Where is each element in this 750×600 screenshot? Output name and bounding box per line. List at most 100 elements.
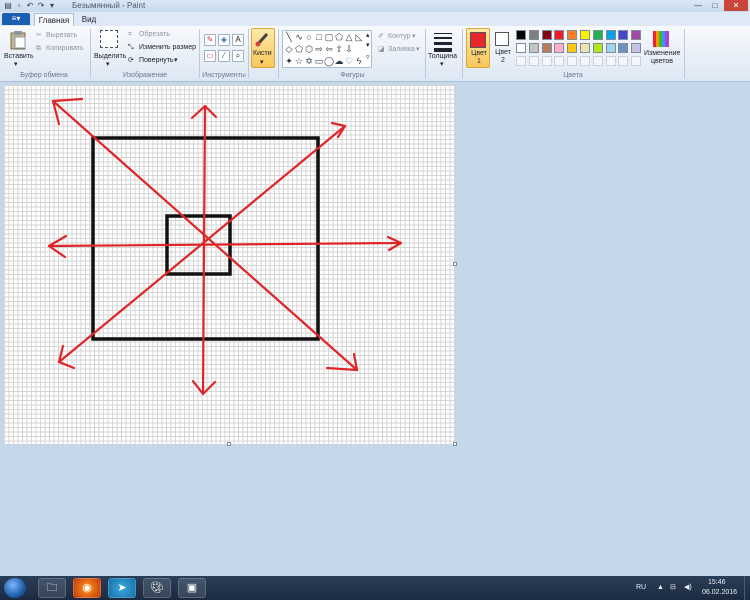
gallery-expand-icon[interactable]: ▿ bbox=[366, 53, 370, 62]
palette-swatch[interactable] bbox=[541, 30, 552, 40]
select-button[interactable]: Выделить bbox=[94, 52, 126, 61]
custom-color-slot[interactable] bbox=[580, 56, 590, 66]
shape-star5-icon[interactable]: ☆ bbox=[294, 56, 304, 66]
palette-swatch[interactable] bbox=[605, 43, 616, 53]
rotate-dropdown-icon[interactable]: ▾ bbox=[174, 56, 178, 65]
custom-color-slot[interactable] bbox=[605, 56, 616, 66]
outline-button[interactable]: Контур bbox=[388, 32, 410, 41]
palette-swatch[interactable] bbox=[567, 43, 578, 53]
custom-color-slot[interactable] bbox=[516, 56, 526, 66]
pencil-icon[interactable]: ✎ bbox=[204, 34, 216, 46]
resize-button[interactable]: Изменить размер bbox=[139, 43, 196, 52]
shape-lightning-icon[interactable]: ϟ bbox=[354, 56, 364, 66]
shape-callout-oval-icon[interactable]: ◯ bbox=[324, 56, 334, 66]
save-icon[interactable]: ▫ bbox=[14, 1, 24, 10]
custom-color-slot[interactable] bbox=[528, 56, 539, 66]
drawing-canvas[interactable] bbox=[4, 85, 455, 444]
start-button[interactable] bbox=[4, 578, 26, 598]
fill-shape-dropdown-icon[interactable]: ▾ bbox=[416, 45, 420, 54]
palette-swatch[interactable] bbox=[580, 30, 590, 40]
file-menu-button[interactable]: ≡▾ bbox=[2, 13, 30, 25]
palette-swatch[interactable] bbox=[592, 30, 603, 40]
shape-line-icon[interactable]: ╲ bbox=[284, 32, 294, 42]
shape-rounded-rect-icon[interactable]: ▢ bbox=[324, 32, 334, 42]
palette-swatch[interactable] bbox=[580, 43, 590, 53]
outline-dropdown-icon[interactable]: ▾ bbox=[412, 32, 416, 41]
palette-swatch[interactable] bbox=[528, 43, 539, 53]
shape-oval-icon[interactable]: ○ bbox=[304, 32, 314, 42]
shape-star4-icon[interactable]: ✦ bbox=[284, 56, 294, 66]
minimize-button[interactable]: — bbox=[690, 0, 706, 11]
canvas-resize-handle-corner[interactable] bbox=[453, 442, 457, 446]
undo-icon[interactable]: ↶ bbox=[25, 1, 35, 10]
palette-swatch[interactable] bbox=[618, 30, 629, 40]
size-dropdown-icon[interactable]: ▾ bbox=[440, 60, 444, 69]
network-icon[interactable]: ⊟ bbox=[670, 576, 676, 600]
palette-swatch[interactable] bbox=[605, 30, 616, 40]
palette-swatch[interactable] bbox=[516, 30, 526, 40]
firefox-icon[interactable]: ◉ bbox=[73, 578, 101, 598]
shape-arrow-up-icon[interactable]: ⇧ bbox=[334, 44, 344, 54]
select-dropdown-icon[interactable]: ▾ bbox=[106, 60, 110, 69]
fill-icon[interactable]: ◈ bbox=[218, 34, 230, 46]
tab-view[interactable]: Вид bbox=[78, 13, 100, 26]
shape-polygon-icon[interactable]: ⬠ bbox=[334, 32, 344, 42]
palette-swatch[interactable] bbox=[541, 43, 552, 53]
shape-callout-rect-icon[interactable]: ▭ bbox=[314, 56, 324, 66]
palette-swatch[interactable] bbox=[554, 30, 565, 40]
edit-colors-button[interactable]: Изменение цветов bbox=[644, 50, 680, 66]
shape-callout-cloud-icon[interactable]: ☁ bbox=[334, 56, 344, 66]
custom-color-slot[interactable] bbox=[541, 56, 552, 66]
show-desktop-button[interactable] bbox=[744, 576, 750, 600]
language-indicator[interactable]: RU bbox=[636, 576, 646, 600]
custom-color-slot[interactable] bbox=[592, 56, 603, 66]
color-picker-icon[interactable]: ⁄ bbox=[218, 50, 230, 62]
custom-color-slot[interactable] bbox=[631, 56, 642, 66]
paste-dropdown-icon[interactable]: ▾ bbox=[14, 60, 18, 69]
palette-swatch[interactable] bbox=[631, 30, 642, 40]
shape-arrow-down-icon[interactable]: ⇩ bbox=[344, 44, 354, 54]
paste-button[interactable]: Вставить bbox=[4, 52, 34, 61]
palette-swatch[interactable] bbox=[554, 43, 565, 53]
shape-arrow-right-icon[interactable]: ⇨ bbox=[314, 44, 324, 54]
shape-hexagon-icon[interactable]: ⬡ bbox=[304, 44, 314, 54]
custom-color-slot[interactable] bbox=[554, 56, 565, 66]
shape-triangle-icon[interactable]: △ bbox=[344, 32, 354, 42]
tray-expand-icon[interactable]: ▲ bbox=[657, 576, 664, 600]
custom-color-slot[interactable] bbox=[618, 56, 629, 66]
color2-button[interactable]: Цвет 2 bbox=[492, 28, 514, 68]
text-icon[interactable]: A bbox=[232, 34, 244, 46]
clock-date[interactable]: 06.02.2016 bbox=[702, 581, 737, 600]
custom-color-slot[interactable] bbox=[567, 56, 578, 66]
volume-icon[interactable]: ◀) bbox=[684, 576, 692, 600]
shape-arrow-left-icon[interactable]: ⇦ bbox=[324, 44, 334, 54]
close-button[interactable]: ✕ bbox=[724, 0, 748, 11]
fill-shape-button[interactable]: Заливка bbox=[388, 45, 415, 54]
eraser-icon[interactable]: ▭ bbox=[204, 50, 216, 62]
telegram-icon[interactable]: ➤ bbox=[108, 578, 136, 598]
color1-button[interactable]: Цвет 1 bbox=[466, 28, 490, 68]
paint-app-icon[interactable]: ▤ bbox=[3, 1, 13, 10]
copy-button[interactable]: Копировать bbox=[46, 44, 84, 53]
redo-icon[interactable]: ↷ bbox=[36, 1, 46, 10]
palette-swatch[interactable] bbox=[567, 30, 578, 40]
gallery-scroll-down-icon[interactable]: ▾ bbox=[366, 41, 370, 50]
shape-diamond-icon[interactable]: ◇ bbox=[284, 44, 294, 54]
canvas-resize-handle-bottom[interactable] bbox=[227, 442, 231, 446]
rotate-button[interactable]: Повернуть bbox=[139, 56, 174, 65]
shape-curve-icon[interactable]: ∿ bbox=[294, 32, 304, 42]
shape-rectangle-icon[interactable]: □ bbox=[314, 32, 324, 42]
palette-swatch[interactable] bbox=[618, 43, 629, 53]
shape-heart-icon[interactable]: ♡ bbox=[344, 56, 354, 66]
maximize-button[interactable]: □ bbox=[707, 0, 723, 11]
paint-icon[interactable]: 🎨︎ bbox=[143, 578, 171, 598]
window-icon[interactable]: ▣ bbox=[178, 578, 206, 598]
shape-pentagon-icon[interactable]: ⬠ bbox=[294, 44, 304, 54]
explorer-icon[interactable]: 🗀 bbox=[38, 578, 66, 598]
magnifier-icon[interactable]: ⌕ bbox=[232, 50, 244, 62]
brushes-button[interactable]: Кисти ▾ bbox=[251, 28, 275, 68]
tab-home[interactable]: Главная bbox=[34, 13, 74, 26]
shape-star6-icon[interactable]: ✡ bbox=[304, 56, 314, 66]
cut-button[interactable]: Вырезать bbox=[46, 31, 77, 40]
palette-swatch[interactable] bbox=[592, 43, 603, 53]
